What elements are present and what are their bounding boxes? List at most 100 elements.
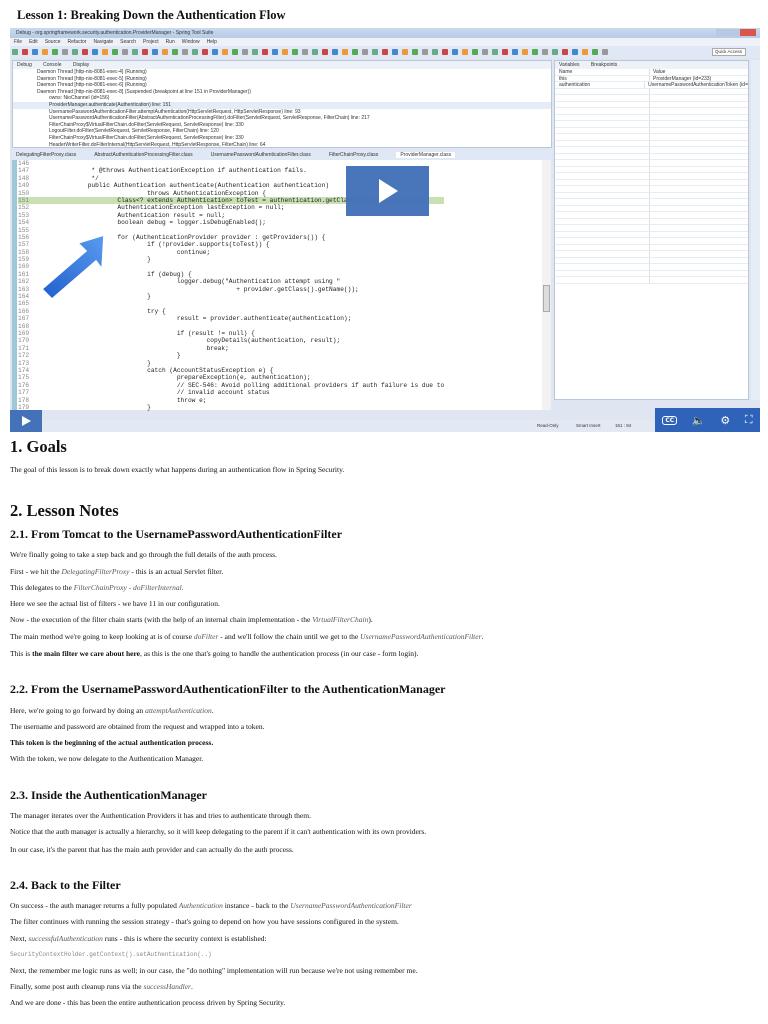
volume-icon[interactable]: 🔈 xyxy=(692,414,706,427)
editor-tab[interactable]: FilterChainProxy.class xyxy=(329,152,378,158)
stack-frame: HeaderWriterFilter.doFilterInternal(Http… xyxy=(49,141,266,148)
toolbar-icon[interactable] xyxy=(272,49,278,55)
toolbar-icon[interactable] xyxy=(122,49,128,55)
toolbar-icon[interactable] xyxy=(532,49,538,55)
toolbar-icon[interactable] xyxy=(232,49,238,55)
toolbar-icon[interactable] xyxy=(452,49,458,55)
toolbar-icon[interactable] xyxy=(22,49,28,55)
toolbar-icon[interactable] xyxy=(572,49,578,55)
menu-file[interactable]: File xyxy=(14,39,22,45)
toolbar-icon[interactable] xyxy=(102,49,108,55)
toolbar-icon[interactable] xyxy=(12,49,18,55)
player-controls: CC 🔈 ⚙ ⛶ xyxy=(655,408,760,432)
text: ). xyxy=(368,615,373,624)
toolbar-icon[interactable] xyxy=(392,49,398,55)
fullscreen-icon[interactable]: ⛶ xyxy=(745,413,753,427)
toolbar-icon[interactable] xyxy=(492,49,498,55)
menu-run[interactable]: Run xyxy=(166,39,175,45)
stack-frame: UsernamePasswordAuthenticationFilter.att… xyxy=(49,108,301,115)
toolbar-icon[interactable] xyxy=(332,49,338,55)
toolbar-icon[interactable] xyxy=(582,49,588,55)
toolbar-icon[interactable] xyxy=(552,49,558,55)
toolbar-icon[interactable] xyxy=(152,49,158,55)
editor-tab[interactable]: AbstractAuthenticationProcessingFilter.c… xyxy=(94,152,192,158)
toolbar-icon[interactable] xyxy=(302,49,308,55)
toolbar-icon[interactable] xyxy=(262,49,268,55)
toolbar-icon[interactable] xyxy=(202,49,208,55)
toolbar-icon[interactable] xyxy=(212,49,218,55)
editor-tab[interactable]: UsernamePasswordAuthenticationFilter.cla… xyxy=(211,152,311,158)
code-text: Class<? extends Authentication> toTest =… xyxy=(58,196,367,204)
code-line: 169 if (result != null) { xyxy=(18,330,444,337)
toolbar-icon[interactable] xyxy=(312,49,318,55)
toolbar-icon[interactable] xyxy=(62,49,68,55)
menu-source[interactable]: Source xyxy=(45,39,61,45)
play-overlay-button[interactable] xyxy=(346,166,429,216)
toolbar-icon[interactable] xyxy=(82,49,88,55)
video-player[interactable]: Debug - org.springframework.security.aut… xyxy=(10,28,760,432)
toolbar-icon[interactable] xyxy=(252,49,258,55)
toolbar-icon[interactable] xyxy=(432,49,438,55)
thread-list: Daemon Thread [http-nio-8081-exec-4] (Ru… xyxy=(13,69,551,148)
menu-project[interactable]: Project xyxy=(143,39,159,45)
toolbar-icon[interactable] xyxy=(112,49,118,55)
play-button[interactable] xyxy=(10,410,42,432)
editor-tab[interactable]: DelegatingFilterProxy.class xyxy=(16,152,76,158)
toolbar-icon[interactable] xyxy=(242,49,248,55)
code-text: } xyxy=(58,359,151,367)
toolbar-icon[interactable] xyxy=(52,49,58,55)
toolbar-icon[interactable] xyxy=(402,49,408,55)
menu-search[interactable]: Search xyxy=(120,39,136,45)
toolbar-icon[interactable] xyxy=(342,49,348,55)
code-text: result = provider.authenticate(authentic… xyxy=(58,315,352,323)
toolbar-icon[interactable] xyxy=(562,49,568,55)
window-title: Debug - org.springframework.security.aut… xyxy=(16,30,214,36)
line-number: 175 xyxy=(18,374,30,382)
toolbar-icon[interactable] xyxy=(222,49,228,55)
toolbar-icon[interactable] xyxy=(522,49,528,55)
toolbar-icon[interactable] xyxy=(192,49,198,55)
toolbar-icon[interactable] xyxy=(482,49,488,55)
toolbar-icon[interactable] xyxy=(42,49,48,55)
menu-refactor[interactable]: Refactor xyxy=(68,39,87,45)
toolbar-icon[interactable] xyxy=(472,49,478,55)
toolbar-icon[interactable] xyxy=(362,49,368,55)
toolbar-icon[interactable] xyxy=(32,49,38,55)
variables-view: Variables Breakpoints Name Value this Prov… xyxy=(554,60,749,400)
text: First - we hit the xyxy=(10,567,62,576)
toolbar-icon[interactable] xyxy=(542,49,548,55)
paragraph: The manager iterates over the Authentica… xyxy=(10,811,311,820)
toolbar-icon[interactable] xyxy=(292,49,298,55)
toolbar-icon[interactable] xyxy=(92,49,98,55)
toolbar-icon[interactable] xyxy=(602,49,608,55)
stack-frame: FilterChainProxy$VirtualFilterChain.doFi… xyxy=(49,134,244,141)
editor-tab[interactable]: ProviderManager.class xyxy=(396,152,456,158)
menu-window[interactable]: Window xyxy=(182,39,200,45)
toolbar-icon[interactable] xyxy=(372,49,378,55)
code-text: AuthenticationException lastException = … xyxy=(58,204,285,212)
toolbar-icon[interactable] xyxy=(162,49,168,55)
toolbar-icon[interactable] xyxy=(512,49,518,55)
captions-button[interactable]: CC xyxy=(662,415,678,425)
toolbar-icon[interactable] xyxy=(132,49,138,55)
menu-navigate[interactable]: Navigate xyxy=(93,39,113,45)
toolbar-icon[interactable] xyxy=(72,49,78,55)
toolbar-icon[interactable] xyxy=(352,49,358,55)
toolbar-icon[interactable] xyxy=(282,49,288,55)
code-text: public Authentication authenticate(Authe… xyxy=(58,182,330,190)
menu-edit[interactable]: Edit xyxy=(29,39,38,45)
toolbar-icon[interactable] xyxy=(382,49,388,55)
toolbar-icon[interactable] xyxy=(462,49,468,55)
toolbar-icon[interactable] xyxy=(142,49,148,55)
toolbar-icon[interactable] xyxy=(502,49,508,55)
toolbar-icon[interactable] xyxy=(412,49,418,55)
toolbar-icon[interactable] xyxy=(442,49,448,55)
toolbar-icon[interactable] xyxy=(182,49,188,55)
toolbar-icon[interactable] xyxy=(592,49,598,55)
toolbar-icon[interactable] xyxy=(322,49,328,55)
settings-gear-icon[interactable]: ⚙ xyxy=(720,414,730,427)
menu-help[interactable]: Help xyxy=(207,39,217,45)
line-number: 167 xyxy=(18,315,30,323)
toolbar-icon[interactable] xyxy=(172,49,178,55)
toolbar-icon[interactable] xyxy=(422,49,428,55)
